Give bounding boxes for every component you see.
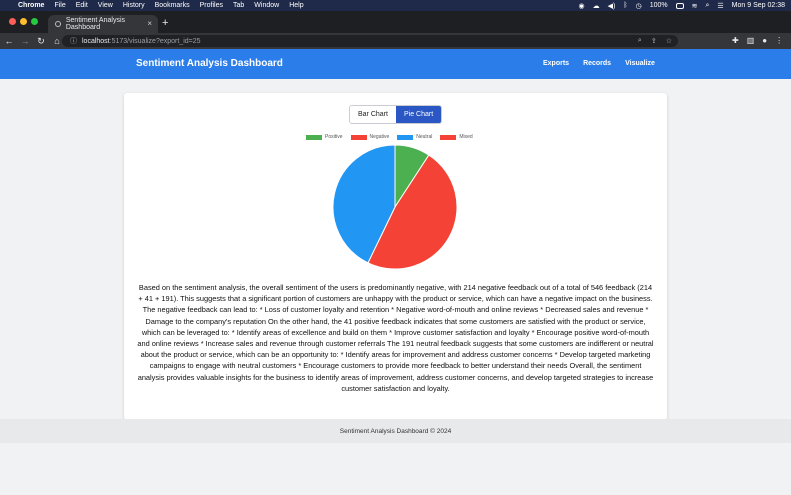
legend-swatch-positive xyxy=(306,134,322,140)
legend-item-negative[interactable]: Negative xyxy=(350,134,390,140)
extensions-puzzle-icon[interactable]: ✚ xyxy=(732,36,739,45)
app-navbar: Sentiment Analysis Dashboard Exports Rec… xyxy=(0,49,791,79)
legend-label-negative: Negative xyxy=(369,134,390,140)
menu-profiles[interactable]: Profiles xyxy=(200,2,223,9)
legend-item-neutral[interactable]: Neutral xyxy=(397,134,432,140)
share-icon[interactable]: ⇪ xyxy=(651,37,657,45)
page-footer: Sentiment Analysis Dashboard © 2024 xyxy=(0,419,791,443)
bluetooth-icon[interactable]: ᛒ xyxy=(623,2,627,9)
zoom-window-button[interactable] xyxy=(31,18,38,25)
zoom-icon[interactable]: ⌕ xyxy=(638,37,642,45)
close-tab-icon[interactable]: × xyxy=(147,19,152,28)
browser-toolbar: ← → ↻ ⌂ ⓘ localhost :5173/visualize?expo… xyxy=(0,33,791,49)
timer-icon[interactable]: ◷ xyxy=(636,2,642,10)
battery-percent[interactable]: 100% xyxy=(650,2,668,9)
bar-chart-button[interactable]: Bar Chart xyxy=(350,106,396,123)
nav-link-visualize[interactable]: Visualize xyxy=(625,60,655,67)
menu-bookmarks[interactable]: Bookmarks xyxy=(155,2,190,9)
back-arrow-icon[interactable]: ← xyxy=(2,36,16,46)
control-center-icon[interactable]: ☰ xyxy=(717,2,723,10)
nav-link-exports[interactable]: Exports xyxy=(543,60,569,67)
legend-label-positive: Positive xyxy=(325,134,343,140)
battery-icon[interactable] xyxy=(675,2,684,9)
chart-type-toggle: Bar Chart Pie Chart xyxy=(349,105,443,124)
sentiment-pie-chart xyxy=(332,144,458,270)
globe-icon xyxy=(55,21,61,27)
footer-copyright: Sentiment Analysis Dashboard © 2024 xyxy=(339,427,452,435)
browser-tab[interactable]: Sentiment Analysis Dashboard × xyxy=(48,15,158,33)
legend-swatch-neutral xyxy=(397,134,414,140)
app-brand[interactable]: Sentiment Analysis Dashboard xyxy=(136,58,283,69)
nav-links: Exports Records Visualize xyxy=(543,60,655,67)
menu-file[interactable]: File xyxy=(54,2,65,9)
address-bar[interactable]: ⓘ localhost :5173/visualize?export_id=25… xyxy=(62,35,678,47)
minimize-window-button[interactable] xyxy=(20,18,27,25)
os-menubar: Chrome File Edit View History Bookmarks … xyxy=(0,0,791,11)
legend-swatch-negative xyxy=(350,134,367,140)
menu-view[interactable]: View xyxy=(98,2,113,9)
menubar-status: ◉ ☁ ◀) ᛒ ◷ 100% ≋ ⌕ ☰ Mon 9 Sep 02:38 xyxy=(579,0,785,11)
reload-icon[interactable]: ↻ xyxy=(34,36,48,47)
menubar-datetime[interactable]: Mon 9 Sep 02:38 xyxy=(732,2,785,9)
new-tab-button[interactable]: + xyxy=(162,17,168,29)
legend-label-neutral: Neutral xyxy=(416,134,433,140)
profile-icon[interactable]: ● xyxy=(762,36,767,45)
chart-legend: Positive Negative Neutral Mixed xyxy=(306,134,473,140)
url-path: :5173/visualize?export_id=25 xyxy=(109,37,201,45)
legend-label-mixed: Mixed xyxy=(459,134,473,140)
menu-window[interactable]: Window xyxy=(254,2,279,9)
browser-tab-title: Sentiment Analysis Dashboard xyxy=(65,17,126,31)
menu-help[interactable]: Help xyxy=(289,2,303,9)
legend-item-positive[interactable]: Positive xyxy=(306,134,343,140)
search-icon[interactable]: ⌕ xyxy=(705,2,709,10)
visualization-card: Bar Chart Pie Chart Positive Negative Ne… xyxy=(124,93,667,420)
record-icon[interactable]: ◉ xyxy=(579,2,585,10)
bookmark-star-icon[interactable]: ☆ xyxy=(666,37,672,45)
wifi-icon[interactable]: ≋ xyxy=(692,2,698,10)
browser-tab-strip: Sentiment Analysis Dashboard × + xyxy=(0,11,791,33)
site-info-icon[interactable]: ⓘ xyxy=(70,36,77,46)
menu-app-name[interactable]: Chrome xyxy=(18,2,44,9)
pie-chart-button[interactable]: Pie Chart xyxy=(395,106,442,123)
more-menu-icon[interactable]: ⋮ xyxy=(775,36,783,45)
sidebar-icon[interactable]: ▥ xyxy=(747,36,755,45)
legend-item-mixed[interactable]: Mixed xyxy=(440,134,473,140)
cloud-icon[interactable]: ☁ xyxy=(593,2,600,10)
menu-history[interactable]: History xyxy=(123,2,145,9)
menu-edit[interactable]: Edit xyxy=(76,2,88,9)
volume-icon[interactable]: ◀) xyxy=(608,2,616,10)
menu-tab[interactable]: Tab xyxy=(233,2,244,9)
forward-arrow-icon[interactable]: → xyxy=(18,36,32,46)
legend-swatch-mixed xyxy=(440,134,457,140)
omnibox-actions: ⌕ ⇪ ☆ xyxy=(638,35,672,47)
sentiment-summary-text: Based on the sentiment analysis, the ove… xyxy=(137,283,654,393)
url-host: localhost xyxy=(82,37,110,45)
nav-link-records[interactable]: Records xyxy=(583,60,611,67)
extension-icons: ✚ ▥ ● ⋮ xyxy=(732,36,783,45)
close-window-button[interactable] xyxy=(9,18,16,25)
